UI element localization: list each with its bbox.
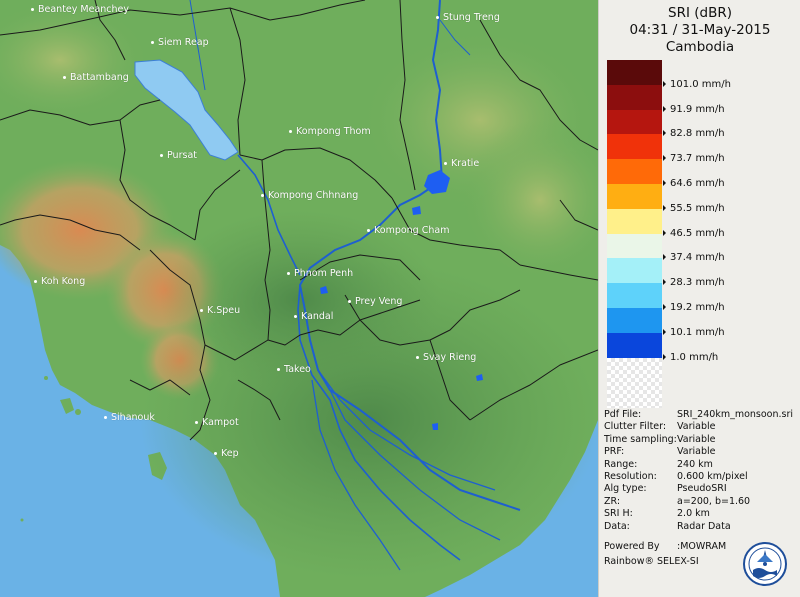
powered-by-label: Powered By	[604, 541, 660, 552]
legend-swatch	[607, 60, 662, 85]
city-battambang: Battambang	[63, 72, 129, 83]
no-data-swatch	[607, 358, 662, 408]
legend-swatch	[607, 84, 662, 110]
info-value: SRI_240km_monsoon.sri	[677, 409, 794, 420]
info-value: Variable	[677, 446, 716, 458]
info-key: Resolution:	[604, 471, 657, 482]
legend-swatch	[607, 332, 662, 358]
rain-cell	[432, 423, 438, 430]
city-siem-reap: Siem Reap	[151, 37, 209, 48]
region-name: Cambodia	[665, 39, 735, 55]
legend-label: 37.4 mm/h	[663, 252, 725, 264]
info-value: a=200, b=1.60	[677, 495, 751, 507]
legend-label: 1.0 mm/h	[663, 352, 718, 364]
legend-label: 55.5 mm/h	[663, 203, 725, 215]
city-phnom-penh: Phnom Penh	[287, 268, 353, 279]
legend-swatch	[607, 184, 662, 209]
info-key: PRF:	[604, 446, 625, 458]
info-key: ZR:	[604, 495, 621, 507]
info-panel: SRI (dBR) 04:31 / 31-May-2015 Cambodia 1…	[598, 0, 800, 597]
legend-swatch	[607, 134, 662, 160]
info-value: 240 km	[677, 458, 713, 470]
city-pursat: Pursat	[160, 150, 197, 161]
info-key: Alg type:	[604, 483, 647, 495]
info-value: 2.0 km	[677, 508, 710, 520]
product-title: SRI (dBR)	[668, 5, 732, 21]
powered-by-value: :MOWRAM	[677, 541, 727, 552]
city-prey-veng: Prey Veng	[348, 296, 402, 307]
rainbow-credit: Rainbow® SELEX-SI	[604, 556, 699, 567]
radar-map[interactable]: Beantey Meanchey Siem Reap Battambang St…	[0, 0, 598, 597]
city-svay-rieng: Svay Rieng	[416, 352, 476, 363]
legend-swatch	[607, 283, 662, 308]
info-value: PseudoSRI	[677, 483, 727, 495]
legend-label: 19.2 mm/h	[663, 302, 725, 314]
legend-label: 101.0 mm/h	[663, 79, 731, 91]
legend-label: 82.8 mm/h	[663, 128, 725, 140]
info-value: Variable	[677, 433, 716, 445]
timestamp: 04:31 / 31-May-2015	[629, 22, 771, 38]
city-kompong-cham: Kompong Cham	[367, 225, 449, 236]
legend-label: 28.3 mm/h	[663, 277, 725, 289]
legend-label: 10.1 mm/h	[663, 327, 725, 339]
info-key: Data:	[604, 520, 630, 532]
legend-swatch	[607, 308, 662, 333]
city-kratie: Kratie	[444, 158, 479, 169]
legend-swatch	[607, 159, 662, 184]
info-key: SRI H:	[604, 508, 633, 520]
city-sihanouk: Sihanouk	[104, 412, 155, 423]
city-kampot: Kampot	[195, 417, 239, 428]
info-key: Range:	[604, 458, 638, 470]
city-kep: Kep	[214, 448, 239, 459]
city-koh-kong: Koh Kong	[34, 276, 85, 287]
legend-swatch	[607, 109, 662, 135]
legend-label: 91.9 mm/h	[663, 104, 725, 116]
info-key: Pdf File:	[604, 409, 642, 420]
info-value: 0.600 km/pixel	[677, 471, 748, 482]
city-takeo: Takeo	[277, 364, 311, 375]
legend-swatch	[607, 258, 662, 284]
info-value: Variable	[677, 421, 716, 433]
info-key: Clutter Filter:	[604, 421, 667, 433]
city-stung-treng: Stung Treng	[436, 12, 500, 23]
info-key: Time sampling:	[604, 433, 677, 445]
city-kompong-thom: Kompong Thom	[289, 126, 371, 137]
legend-label: 46.5 mm/h	[663, 228, 725, 240]
map-canvas	[0, 0, 598, 597]
city-kompong-chhnang: Kompong Chhnang	[261, 190, 358, 201]
legend-label: 73.7 mm/h	[663, 153, 725, 165]
legend-label: 64.6 mm/h	[663, 178, 725, 190]
legend-swatch	[607, 233, 662, 259]
legend-swatch	[607, 208, 662, 234]
mowram-logo	[743, 542, 787, 586]
info-value: Radar Data	[677, 520, 731, 532]
city-k-speu: K.Speu	[200, 305, 240, 316]
city-beantey-meanchey: Beantey Meanchey	[31, 4, 129, 15]
city-kandal: Kandal	[294, 311, 333, 322]
